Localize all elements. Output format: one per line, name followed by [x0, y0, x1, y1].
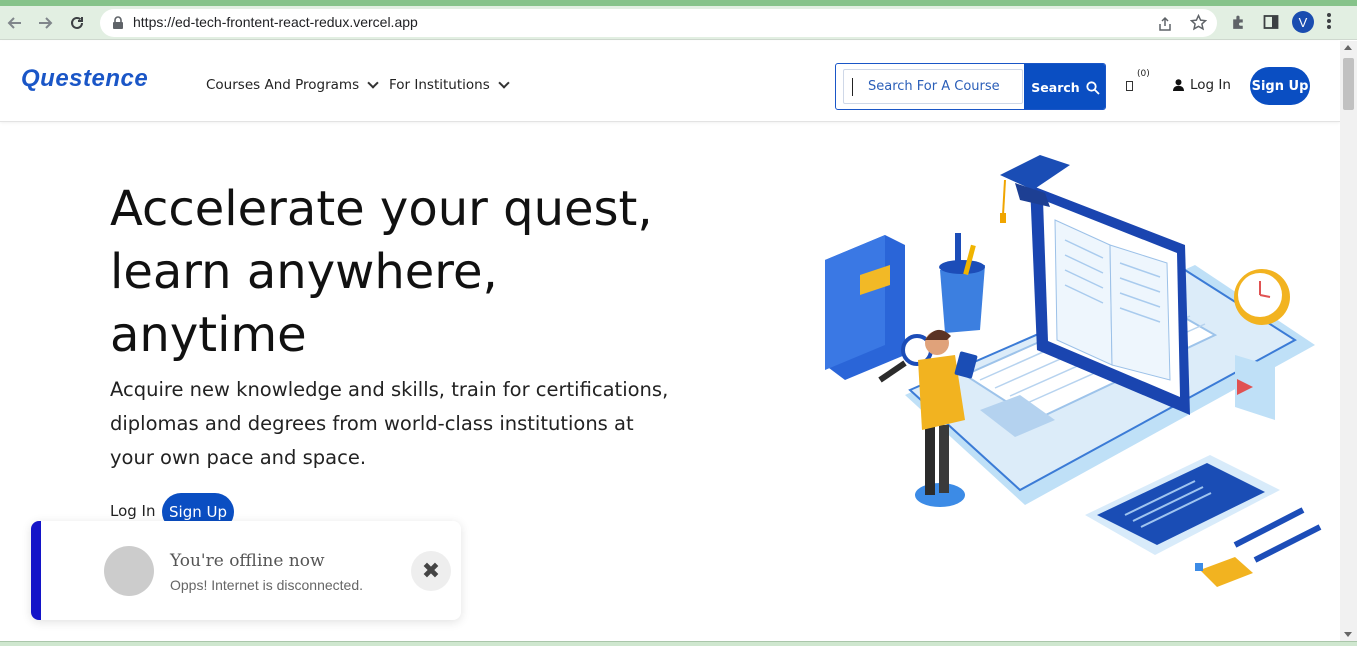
text-cursor: [852, 78, 853, 96]
nav-item-label: For Institutions: [389, 77, 490, 93]
site-logo[interactable]: Questence: [21, 65, 148, 93]
cart-button[interactable]: (0): [1124, 69, 1154, 99]
login-label: Log In: [1190, 77, 1231, 93]
search-icon: [1086, 80, 1100, 95]
search-input[interactable]: [843, 69, 1023, 104]
header-signup-button[interactable]: Sign Up: [1250, 67, 1310, 105]
back-icon[interactable]: [4, 12, 26, 34]
scroll-down-arrow-icon[interactable]: [1344, 632, 1352, 637]
scrollbar-thumb[interactable]: [1343, 58, 1354, 110]
chevron-down-icon: [367, 77, 379, 89]
toast-avatar: [104, 546, 154, 596]
header-login-link[interactable]: Log In: [1173, 77, 1231, 93]
hero-title: Accelerate your quest, learn anywhere, a…: [110, 178, 670, 367]
star-icon[interactable]: [1189, 13, 1208, 35]
hero-title-line: anytime: [110, 307, 307, 363]
hero-title-line: Accelerate your quest,: [110, 181, 653, 237]
nav-courses-and-programs[interactable]: Courses And Programs: [206, 77, 379, 93]
hero-login-link[interactable]: Log In: [110, 502, 156, 520]
extensions-icon[interactable]: [1229, 14, 1247, 32]
toast-message: Opps! Internet is disconnected.: [170, 577, 363, 593]
nav-for-institutions[interactable]: For Institutions: [389, 77, 510, 93]
browser-toolbar: https://ed-tech-frontent-react-redux.ver…: [0, 6, 1357, 40]
menu-icon[interactable]: [1326, 12, 1332, 35]
hero-subtitle: Acquire new knowledge and skills, train …: [110, 378, 669, 469]
address-bar[interactable]: https://ed-tech-frontent-react-redux.ver…: [100, 9, 1217, 37]
share-icon[interactable]: [1157, 16, 1173, 36]
url-text[interactable]: https://ed-tech-frontent-react-redux.ver…: [133, 14, 418, 30]
toast-accent-bar: [31, 521, 41, 620]
reload-icon[interactable]: [66, 12, 88, 34]
course-search: Search: [835, 63, 1106, 110]
forward-icon[interactable]: [34, 12, 56, 34]
offline-toast: You're offline now Opps! Internet is dis…: [31, 521, 461, 620]
hero-title-line: learn anywhere,: [110, 244, 498, 300]
search-button[interactable]: Search: [1024, 64, 1105, 109]
page-scrollbar[interactable]: [1340, 41, 1357, 641]
nav-item-label: Courses And Programs: [206, 77, 360, 93]
site-header: Questence Courses And Programs For Insti…: [0, 41, 1340, 122]
search-button-label: Search: [1031, 80, 1080, 95]
profile-avatar[interactable]: V: [1292, 11, 1314, 33]
cart-count: (0): [1137, 69, 1150, 79]
lock-icon[interactable]: [112, 16, 124, 30]
chevron-down-icon: [498, 77, 510, 89]
browser-bottom-edge: [0, 641, 1357, 646]
user-icon: [1173, 79, 1184, 91]
cart-icon: [1126, 81, 1133, 91]
sidebar-icon[interactable]: [1262, 14, 1280, 32]
close-icon[interactable]: ✖: [411, 551, 451, 591]
hero-illustration: [825, 155, 1322, 587]
toast-title: You're offline now: [170, 551, 325, 571]
scroll-up-arrow-icon[interactable]: [1344, 45, 1352, 50]
